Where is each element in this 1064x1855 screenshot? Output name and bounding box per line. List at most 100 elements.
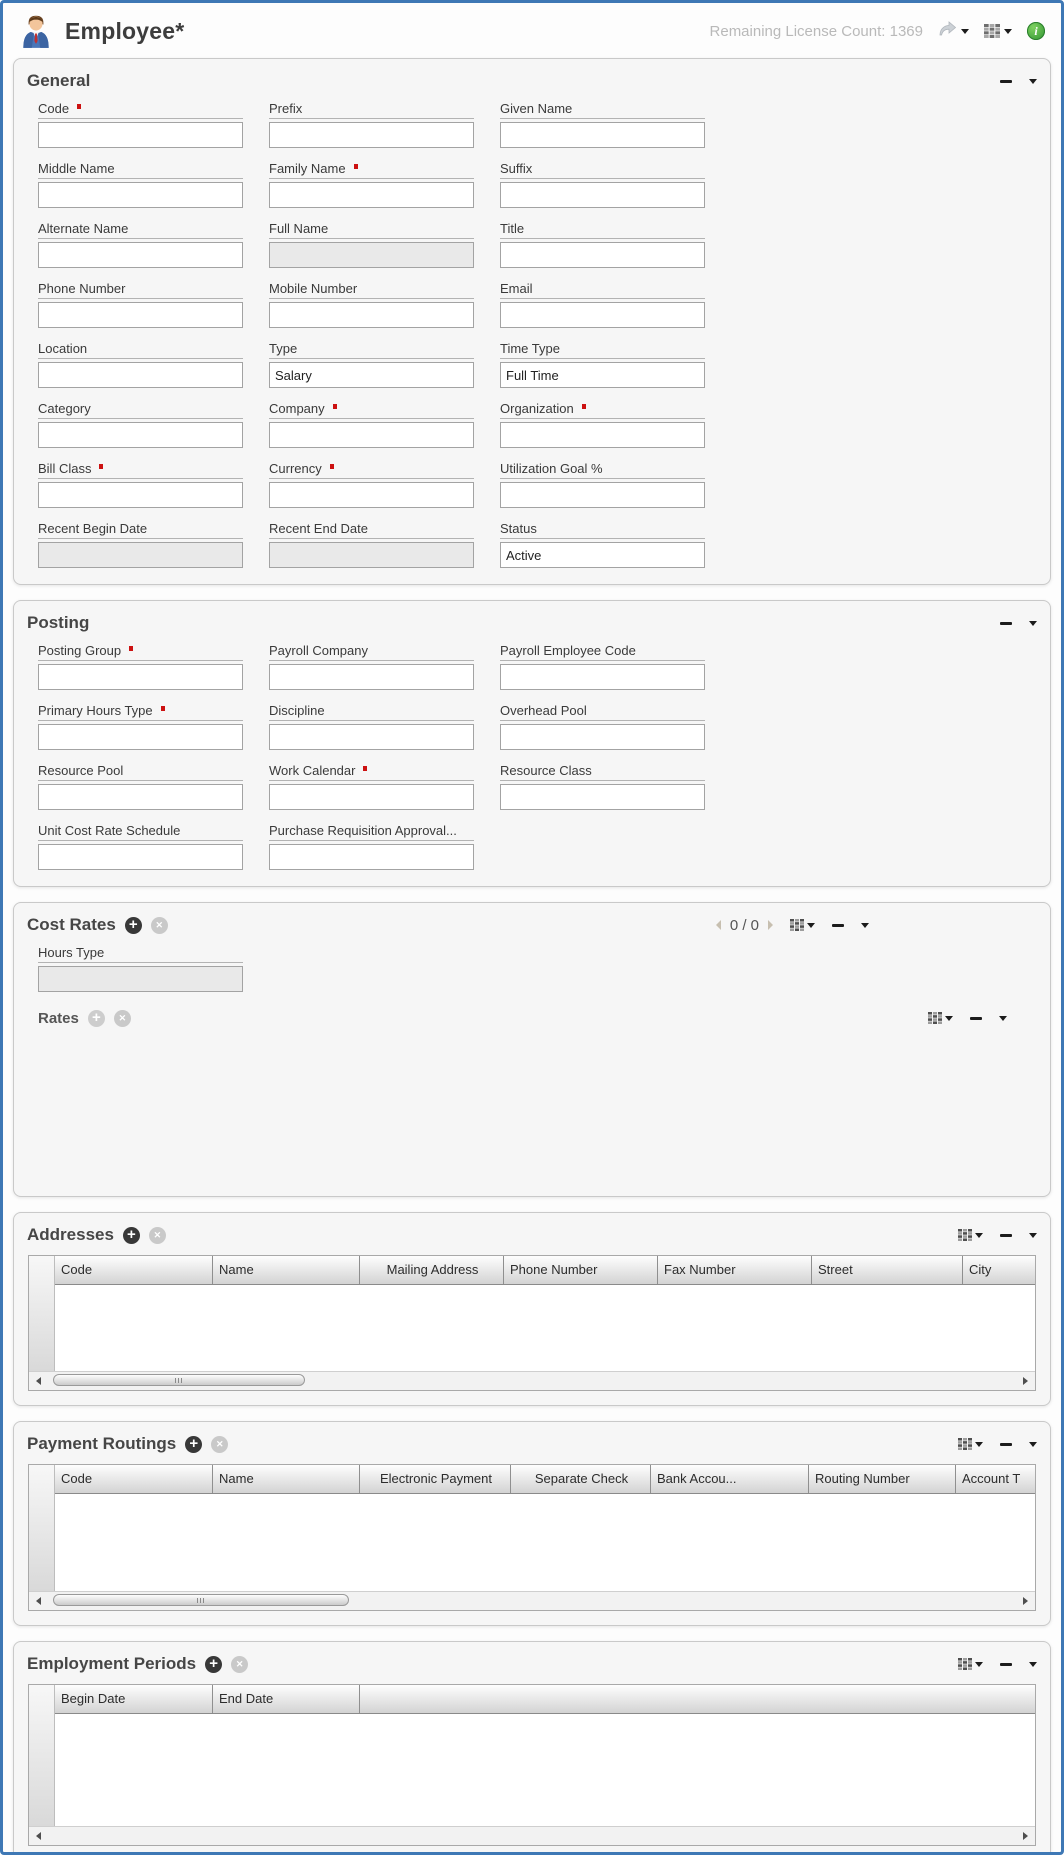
previous-record-button[interactable] xyxy=(716,920,721,930)
add-cost-rate-button[interactable] xyxy=(125,917,142,934)
collapse-caret-button[interactable] xyxy=(999,1016,1007,1021)
scroll-right-arrow[interactable] xyxy=(1023,1377,1028,1385)
time-type-input[interactable] xyxy=(500,362,705,388)
bill-class-input[interactable] xyxy=(38,482,243,508)
column-chooser-button[interactable] xyxy=(958,1658,983,1670)
collapse-minus-button[interactable] xyxy=(1000,1234,1012,1237)
suffix-input[interactable] xyxy=(500,182,705,208)
column-header-begin-date[interactable]: Begin Date xyxy=(55,1685,213,1713)
column-header-separate-check[interactable]: Separate Check xyxy=(511,1465,651,1493)
employee-person-icon xyxy=(17,13,55,49)
title-input[interactable] xyxy=(500,242,705,268)
chevron-down-icon xyxy=(961,29,969,34)
column-header-name[interactable]: Name xyxy=(213,1256,360,1284)
column-chooser-button[interactable] xyxy=(790,919,815,931)
delete-address-button[interactable] xyxy=(149,1227,166,1244)
collapse-minus-button[interactable] xyxy=(970,1017,982,1020)
scrollbar-thumb[interactable] xyxy=(53,1374,305,1386)
collapse-caret-button[interactable] xyxy=(1029,621,1037,626)
scroll-left-arrow[interactable] xyxy=(36,1832,41,1840)
column-header-mailing-address[interactable]: Mailing Address xyxy=(360,1256,504,1284)
collapse-caret-button[interactable] xyxy=(1029,1662,1037,1667)
posting-group-input[interactable] xyxy=(38,664,243,690)
license-count-label: Remaining License Count: 1369 xyxy=(710,23,923,40)
delete-payment-routing-button[interactable] xyxy=(211,1436,228,1453)
family-name-input[interactable] xyxy=(269,182,474,208)
collapse-minus-button[interactable] xyxy=(1000,622,1012,625)
middle-name-input[interactable] xyxy=(38,182,243,208)
scroll-left-arrow[interactable] xyxy=(36,1377,41,1385)
column-header-code[interactable]: Code xyxy=(55,1465,213,1493)
column-chooser-button[interactable] xyxy=(958,1438,983,1450)
currency-input[interactable] xyxy=(269,482,474,508)
column-header-city[interactable]: City xyxy=(963,1256,1035,1284)
delete-rate-button[interactable] xyxy=(114,1010,131,1027)
column-header-code[interactable]: Code xyxy=(55,1256,213,1284)
category-input[interactable] xyxy=(38,422,243,448)
column-header-end-date[interactable]: End Date xyxy=(213,1685,360,1713)
phone-number-input[interactable] xyxy=(38,302,243,328)
payment-routings-grid-body[interactable] xyxy=(55,1494,1035,1591)
utilization-goal-input[interactable] xyxy=(500,482,705,508)
collapse-minus-button[interactable] xyxy=(832,924,844,927)
column-header-fax-number[interactable]: Fax Number xyxy=(658,1256,812,1284)
horizontal-scrollbar[interactable] xyxy=(29,1826,1035,1845)
scroll-left-arrow[interactable] xyxy=(36,1597,41,1605)
column-header-routing-number[interactable]: Routing Number xyxy=(809,1465,956,1493)
column-chooser-button[interactable] xyxy=(928,1012,953,1024)
add-payment-routing-button[interactable] xyxy=(185,1436,202,1453)
location-input[interactable] xyxy=(38,362,243,388)
discipline-input[interactable] xyxy=(269,724,474,750)
employment-periods-grid-body[interactable] xyxy=(55,1714,1035,1826)
type-input[interactable] xyxy=(269,362,474,388)
purchase-requisition-approval-input[interactable] xyxy=(269,844,474,870)
email-input[interactable] xyxy=(500,302,705,328)
collapse-minus-button[interactable] xyxy=(1000,1443,1012,1446)
add-rate-button[interactable]: + xyxy=(88,1010,105,1027)
status-input[interactable] xyxy=(500,542,705,568)
scroll-right-arrow[interactable] xyxy=(1023,1832,1028,1840)
collapse-minus-button[interactable] xyxy=(1000,1663,1012,1666)
scrollbar-thumb[interactable] xyxy=(53,1594,349,1606)
add-employment-period-button[interactable] xyxy=(205,1656,222,1673)
layout-menu-button[interactable] xyxy=(984,24,1012,38)
primary-hours-type-input[interactable] xyxy=(38,724,243,750)
company-input[interactable] xyxy=(269,422,474,448)
work-calendar-input[interactable] xyxy=(269,784,474,810)
collapse-caret-button[interactable] xyxy=(861,923,869,928)
delete-cost-rate-button[interactable] xyxy=(151,917,168,934)
scroll-right-arrow[interactable] xyxy=(1023,1597,1028,1605)
goto-menu-button[interactable] xyxy=(938,20,969,42)
column-header-account-t[interactable]: Account T xyxy=(956,1465,1035,1493)
payroll-employee-code-input[interactable] xyxy=(500,664,705,690)
next-record-button[interactable] xyxy=(768,920,773,930)
payroll-company-input[interactable] xyxy=(269,664,474,690)
collapse-caret-button[interactable] xyxy=(1029,1233,1037,1238)
resource-class-input[interactable] xyxy=(500,784,705,810)
alternate-name-input[interactable] xyxy=(38,242,243,268)
delete-employment-period-button[interactable] xyxy=(231,1656,248,1673)
column-header-electronic-payment[interactable]: Electronic Payment xyxy=(360,1465,511,1493)
add-address-button[interactable] xyxy=(123,1227,140,1244)
info-icon[interactable] xyxy=(1027,22,1045,40)
code-input[interactable] xyxy=(38,122,243,148)
column-chooser-button[interactable] xyxy=(958,1229,983,1241)
given-name-input[interactable] xyxy=(500,122,705,148)
collapse-caret-button[interactable] xyxy=(1029,1442,1037,1447)
organization-input[interactable] xyxy=(500,422,705,448)
resource-pool-input[interactable] xyxy=(38,784,243,810)
section-general: General CodePrefixGiven NameMiddle NameF… xyxy=(13,58,1051,585)
unit-cost-rate-schedule-input[interactable] xyxy=(38,844,243,870)
column-header-phone-number[interactable]: Phone Number xyxy=(504,1256,658,1284)
addresses-grid-body[interactable] xyxy=(55,1285,1035,1371)
collapse-minus-button[interactable] xyxy=(1000,80,1012,83)
prefix-input[interactable] xyxy=(269,122,474,148)
mobile-number-input[interactable] xyxy=(269,302,474,328)
column-header-bank-accou[interactable]: Bank Accou... xyxy=(651,1465,809,1493)
column-header-street[interactable]: Street xyxy=(812,1256,963,1284)
overhead-pool-input[interactable] xyxy=(500,724,705,750)
horizontal-scrollbar[interactable] xyxy=(29,1371,1035,1390)
column-header-name[interactable]: Name xyxy=(213,1465,360,1493)
horizontal-scrollbar[interactable] xyxy=(29,1591,1035,1610)
collapse-caret-button[interactable] xyxy=(1029,79,1037,84)
